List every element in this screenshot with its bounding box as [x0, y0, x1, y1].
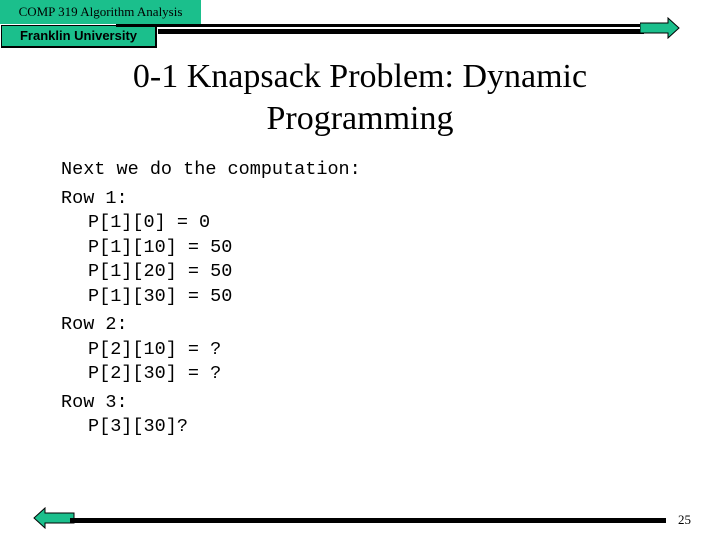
row-entry: P[1][20] = 50 — [88, 261, 233, 282]
row-label: Row 2: — [61, 314, 128, 335]
top-rule-thin — [116, 24, 644, 27]
left-arrow-icon — [33, 507, 75, 529]
row-label: Row 3: — [61, 391, 128, 413]
course-label: COMP 319 Algorithm Analysis — [0, 0, 201, 24]
bottom-rule — [70, 518, 666, 523]
slide-title-line-2: Programming — [266, 100, 454, 137]
university-label: Franklin University — [1, 25, 157, 48]
row-entry: P[2][10] = ? — [88, 338, 222, 360]
intro-text: Next we do the computation: — [61, 159, 361, 180]
previous-slide-button[interactable] — [33, 507, 75, 529]
row-entry: P[1][30] = 50 — [88, 285, 233, 307]
row-entry: P[1][0] = 0 — [88, 212, 211, 233]
top-rule-thick — [158, 29, 644, 34]
next-slide-button[interactable] — [640, 17, 680, 39]
row-entry: P[1][10] = 50 — [88, 236, 233, 258]
row-label: Row 1: — [61, 187, 128, 209]
slide-body: Next we do the computation: Row 1: P[1][… — [61, 158, 361, 440]
slide-title-line-1: 0-1 Knapsack Problem: Dynamic — [132, 58, 588, 95]
row-entry: P[2][30] = ? — [88, 363, 222, 384]
page-number: 25 — [678, 512, 691, 527]
row-entry: P[3][30]? — [88, 416, 188, 437]
slide-title: 0-1 Knapsack Problem: Dynamic Programmin… — [60, 56, 660, 140]
right-arrow-icon — [640, 17, 680, 39]
